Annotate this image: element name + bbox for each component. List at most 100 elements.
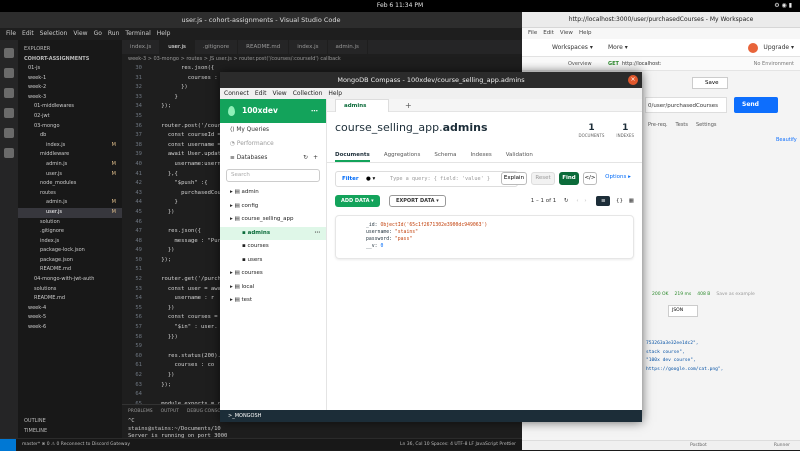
- save-button[interactable]: Save: [692, 77, 728, 89]
- tab-admins[interactable]: admins: [335, 99, 390, 112]
- remote-icon[interactable]: [0, 439, 16, 451]
- nav-performance[interactable]: ◔ Performance: [220, 137, 326, 151]
- nav-databases[interactable]: ≡ Databases ↻ +: [220, 151, 326, 165]
- json-view-icon[interactable]: {}: [616, 198, 623, 204]
- menu-item-run[interactable]: Run: [108, 28, 120, 40]
- overview-tab[interactable]: Overview: [568, 57, 592, 71]
- menu-item-help[interactable]: Help: [579, 28, 592, 39]
- menu-item-selection[interactable]: Selection: [40, 28, 68, 40]
- extensions-icon[interactable]: [4, 128, 14, 138]
- more-menu[interactable]: More ▾: [608, 39, 628, 57]
- mongosh-bar[interactable]: >_MONGOSH: [220, 410, 642, 422]
- menu-item-terminal[interactable]: Terminal: [125, 28, 150, 40]
- compass-menu-help[interactable]: Help: [328, 88, 342, 99]
- export-data-button[interactable]: EXPORT DATA ▾: [389, 195, 446, 207]
- filter-bar[interactable]: Filter ● ▾ Type a query: { field: 'value…: [335, 171, 518, 187]
- menu-item-edit[interactable]: Edit: [22, 28, 34, 40]
- editor-tab[interactable]: index.js: [122, 40, 161, 54]
- menu-item-file[interactable]: File: [6, 28, 16, 40]
- search-icon[interactable]: [4, 68, 14, 78]
- request-tab-url[interactable]: http://localhost:: [622, 57, 661, 71]
- code-editor[interactable]: 30 res.json({31 courses : allCourses 32 }…: [122, 64, 254, 407]
- explorer-root[interactable]: COHORT-ASSIGNMENTS: [18, 54, 122, 64]
- database-search-input[interactable]: Search: [226, 169, 320, 182]
- outline-section[interactable]: OUTLINE: [18, 416, 52, 426]
- tree-item[interactable]: admin.js M: [18, 160, 122, 170]
- find-button[interactable]: Find: [559, 172, 579, 185]
- system-tray-icons[interactable]: ⚙ ◉ ▮: [774, 0, 792, 12]
- response-status-item[interactable]: Save as example: [716, 292, 754, 297]
- menu-item-view[interactable]: View: [560, 28, 573, 39]
- table-view-icon[interactable]: ▦: [629, 198, 634, 204]
- namespace-db[interactable]: course_selling_app.: [335, 121, 443, 134]
- database-item[interactable]: ▸ ▤ local: [220, 281, 326, 295]
- database-item[interactable]: ▸ ▤ course_selling_app: [220, 213, 326, 227]
- tree-item[interactable]: user.js M: [18, 207, 122, 218]
- tree-item[interactable]: index.js: [18, 237, 122, 247]
- tree-item[interactable]: week-3: [18, 93, 122, 103]
- filter-label[interactable]: Filter: [342, 172, 359, 186]
- tree-item[interactable]: admin.js M: [18, 198, 122, 208]
- tab-indexes[interactable]: Indexes: [470, 147, 491, 162]
- collection-item[interactable]: ▪ users: [220, 254, 326, 268]
- tree-item[interactable]: 01-middlewares: [18, 102, 122, 112]
- tree-item[interactable]: README.md: [18, 294, 122, 304]
- refresh-icon[interactable]: ↻: [303, 151, 308, 165]
- beautify-link[interactable]: Beautify: [776, 137, 797, 143]
- upgrade-button[interactable]: Upgrade ▾: [763, 39, 794, 57]
- compass-menu-view[interactable]: View: [272, 88, 286, 99]
- database-item[interactable]: ▸ ▤ config: [220, 200, 326, 214]
- environment-select[interactable]: No Environment: [754, 57, 794, 71]
- tree-item[interactable]: .gitignore: [18, 227, 122, 237]
- document-card[interactable]: _id: ObjectId('65c1f2671302e3900dc949063…: [335, 215, 634, 259]
- compass-menu-edit[interactable]: Edit: [255, 88, 267, 99]
- filter-input[interactable]: Type a query: { field: 'value' }: [390, 172, 490, 186]
- add-tab-icon[interactable]: +: [405, 99, 412, 112]
- send-button[interactable]: Send: [734, 97, 778, 113]
- connection-menu-icon[interactable]: ⋯: [311, 99, 318, 123]
- panel-tab[interactable]: PROBLEMS: [128, 409, 153, 414]
- compass-menu-collection[interactable]: Collection: [293, 88, 323, 99]
- tree-item[interactable]: package-lock.json: [18, 246, 122, 256]
- response-body[interactable]: 753263a3e32ee1dc2", stack course", "100x d…: [646, 340, 723, 374]
- url-input[interactable]: 0/user/purchasedCourses: [645, 97, 727, 113]
- request-subtab[interactable]: Pre-req.: [648, 122, 668, 128]
- format-select[interactable]: JSON: [668, 305, 698, 317]
- timeline-section[interactable]: TIMELINE: [18, 426, 53, 436]
- tree-item[interactable]: solutions: [18, 285, 122, 295]
- list-view-icon[interactable]: ≡: [596, 196, 611, 206]
- query-history-button[interactable]: </>: [583, 172, 597, 185]
- compass-menu-connect[interactable]: Connect: [224, 88, 249, 99]
- request-tab-method[interactable]: GET: [608, 57, 619, 71]
- breadcrumb[interactable]: week-3 > 03-mongo > routes > JS user.js …: [122, 54, 522, 64]
- database-item[interactable]: ▸ ▤ courses: [220, 267, 326, 281]
- add-data-button[interactable]: ADD DATA ▾: [335, 195, 380, 207]
- tree-item[interactable]: routes: [18, 189, 122, 199]
- collection-menu-icon[interactable]: ⋯: [315, 227, 321, 241]
- tree-item[interactable]: week-2: [18, 83, 122, 93]
- tree-item[interactable]: 02-jwt: [18, 112, 122, 122]
- status-left[interactable]: master* ⊗ 0 ⚠ 0 Reconnect to Discord Gat…: [22, 439, 130, 451]
- nav-my-queries[interactable]: ⟨⟩ My Queries: [220, 123, 326, 137]
- tab-validation[interactable]: Validation: [506, 147, 533, 162]
- menu-item-go[interactable]: Go: [94, 28, 102, 40]
- tree-item[interactable]: week-5: [18, 313, 122, 323]
- tree-item[interactable]: 03-mongo: [18, 122, 122, 132]
- collection-item[interactable]: ▪ admins ⋯: [220, 226, 326, 241]
- tree-item[interactable]: user.js M: [18, 170, 122, 180]
- menu-item-edit[interactable]: Edit: [543, 28, 554, 39]
- prev-page-icon[interactable]: ‹: [576, 198, 578, 204]
- tree-item[interactable]: 01-js: [18, 64, 122, 74]
- menu-item-view[interactable]: View: [73, 28, 87, 40]
- filter-options-icon[interactable]: ● ▾: [366, 172, 375, 186]
- clock[interactable]: Feb 6 11:34 PM: [377, 2, 423, 9]
- database-item[interactable]: ▸ ▤ admin: [220, 186, 326, 200]
- editor-tab[interactable]: README.md: [238, 40, 290, 54]
- explain-button[interactable]: Explain: [501, 172, 527, 185]
- tree-item[interactable]: week-6: [18, 323, 122, 333]
- editor-tab[interactable]: user.js: [160, 40, 195, 54]
- panel-tab[interactable]: OUTPUT: [161, 409, 179, 414]
- menu-item-file[interactable]: File: [528, 28, 537, 39]
- tree-item[interactable]: package.json: [18, 256, 122, 266]
- files-icon[interactable]: [4, 48, 14, 58]
